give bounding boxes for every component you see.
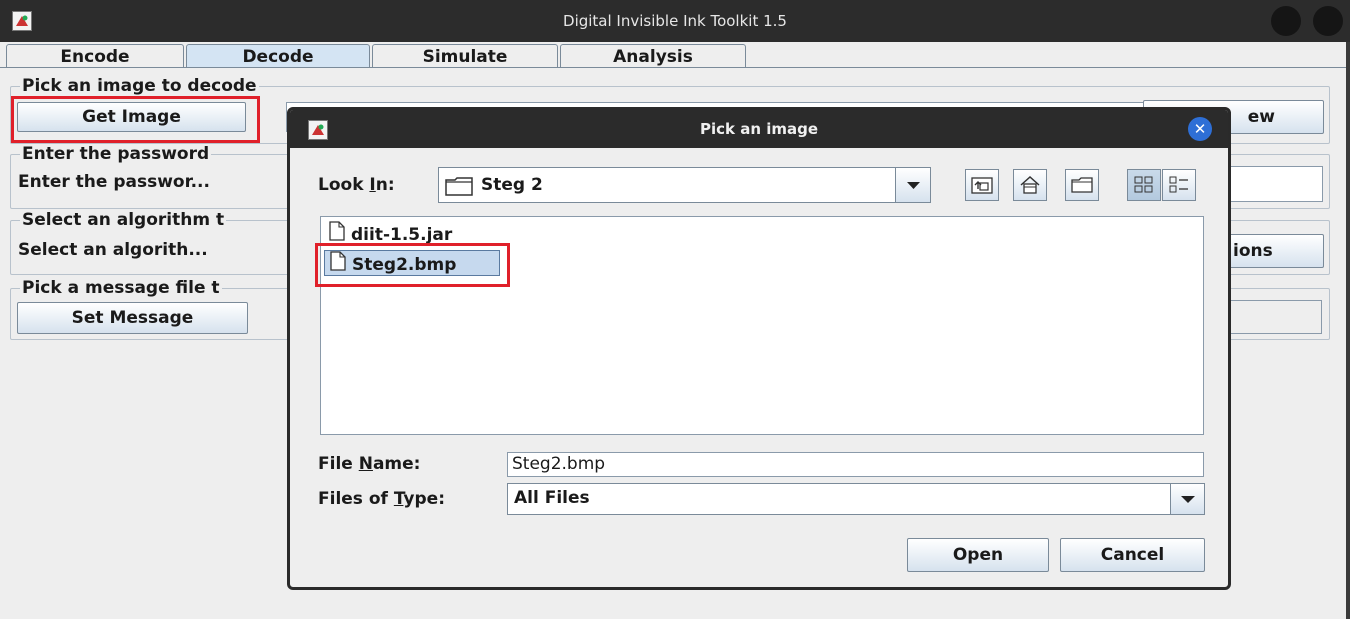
tab-simulate[interactable]: Simulate (372, 44, 558, 68)
password-label: Enter the passwor... (18, 172, 210, 192)
files-of-type-label: Files of Type: (318, 489, 446, 509)
up-folder-icon (971, 177, 993, 194)
get-image-highlight (11, 96, 260, 143)
close-icon: ✕ (1193, 120, 1207, 138)
home-icon (1020, 175, 1040, 194)
pick-image-dialog: Pick an image ✕ Look In: Steg 2 diit-1.5… (287, 107, 1231, 590)
home-button[interactable] (1013, 169, 1047, 201)
files-of-type-combo[interactable]: All Files (507, 483, 1205, 515)
look-in-combo[interactable]: Steg 2 (438, 167, 931, 203)
up-folder-button[interactable] (965, 169, 999, 201)
details-view-button[interactable] (1162, 169, 1196, 201)
open-button[interactable]: Open (907, 538, 1049, 572)
details-view-icon (1169, 176, 1188, 193)
cancel-button[interactable]: Cancel (1060, 538, 1205, 572)
new-folder-button[interactable] (1065, 169, 1099, 201)
file-name-label-text: File Name: (318, 454, 421, 474)
chevron-down-icon (907, 182, 920, 189)
look-in-dropdown-button[interactable] (895, 168, 930, 202)
file-name-label: diit-1.5.jar (351, 225, 453, 245)
list-view-icon (1134, 176, 1153, 193)
message-group-title: Pick a message file t (20, 278, 222, 298)
look-in-value: Steg 2 (481, 175, 543, 195)
look-in-label: Look In: (318, 175, 395, 195)
window-title: Digital Invisible Ink Toolkit 1.5 (563, 12, 787, 30)
tab-encode[interactable]: Encode (6, 44, 184, 68)
chevron-down-icon (1181, 496, 1195, 503)
new-folder-icon (1071, 177, 1093, 193)
password-field[interactable] (1224, 166, 1323, 202)
main-title-bar: Digital Invisible Ink Toolkit 1.5 (0, 0, 1350, 42)
image-group-title: Pick an image to decode (20, 76, 259, 96)
password-group-title: Enter the password (20, 144, 212, 164)
algorithm-label: Select an algorith... (18, 240, 208, 260)
file-name-field[interactable]: Steg2.bmp (507, 452, 1204, 477)
list-view-button[interactable] (1127, 169, 1161, 201)
steg2-highlight (315, 243, 510, 287)
dialog-title: Pick an image (699, 120, 819, 138)
algorithm-group-title: Select an algorithm t (20, 210, 227, 230)
set-message-button[interactable]: Set Message (17, 302, 248, 334)
files-of-type-dropdown-button[interactable] (1170, 484, 1204, 514)
message-path-field (1226, 300, 1322, 334)
algorithm-options-button[interactable]: ions (1220, 234, 1324, 268)
files-of-type-value: All Files (514, 488, 590, 508)
tab-analysis[interactable]: Analysis (560, 44, 746, 68)
dialog-title-bar: Pick an image ✕ (290, 110, 1228, 148)
minimize-button[interactable] (1271, 6, 1301, 36)
folder-icon (445, 176, 473, 201)
close-window-button[interactable] (1313, 6, 1343, 36)
tab-decode[interactable]: Decode (186, 44, 370, 68)
dialog-close-button[interactable]: ✕ (1188, 117, 1212, 141)
tab-divider (0, 67, 1346, 68)
